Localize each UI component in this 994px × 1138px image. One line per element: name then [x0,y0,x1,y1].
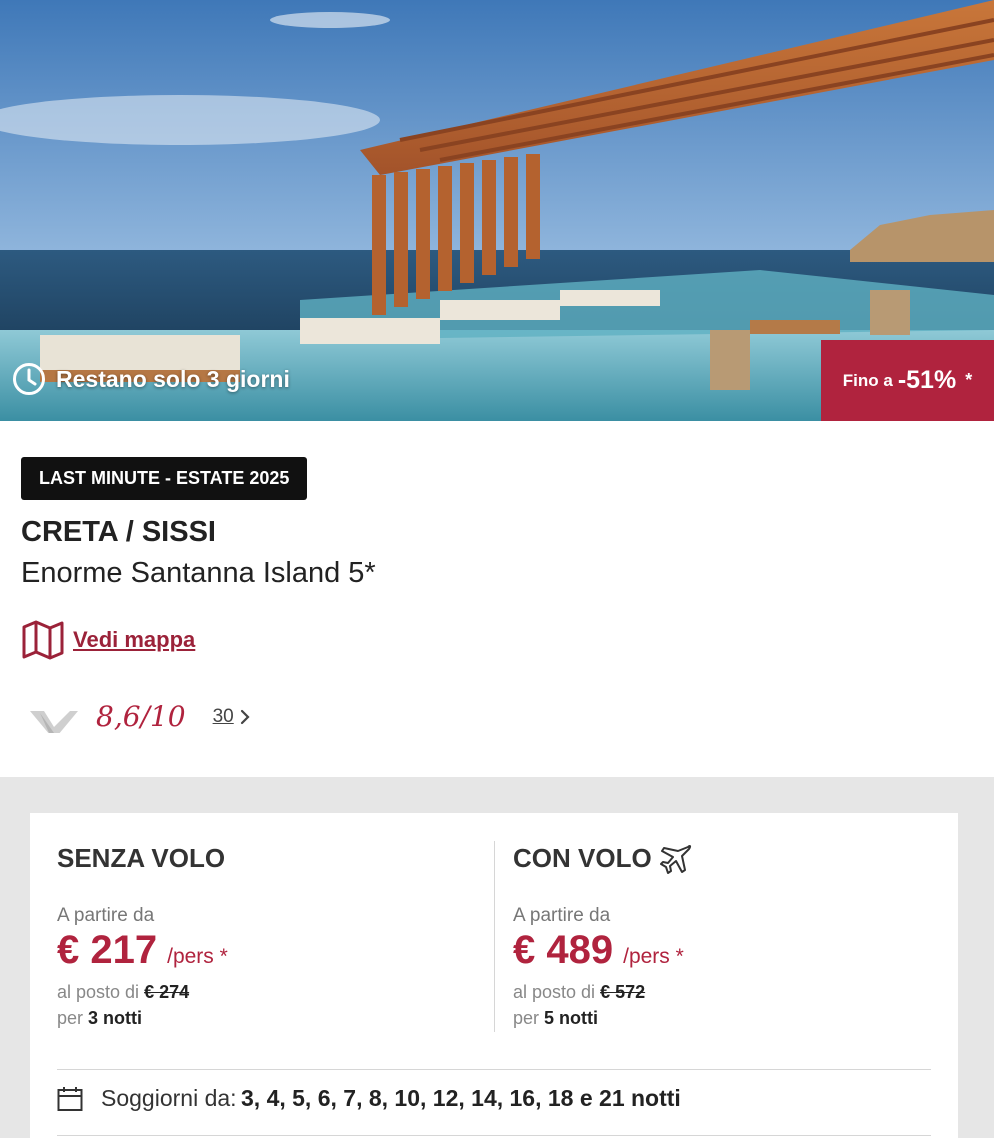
nights-row: per 5 notti [513,1008,598,1029]
from-label: A partire da [513,905,611,926]
offer-tag: LAST MINUTE - ESTATE 2025 [21,457,308,500]
per-label: per [57,1008,84,1028]
per-label: per [513,1008,540,1028]
price-value: € 217 [57,928,158,972]
chevron-right-icon[interactable] [238,708,252,726]
view-map-link[interactable]: Vedi mappa [21,619,195,661]
price-unit: /pers * [623,945,684,968]
discount-note: * [965,370,973,390]
price-card: SENZA VOLO A partire da € 217 /pers * al… [30,813,958,1138]
calendar-icon [57,1086,83,1111]
old-price: € 274 [144,982,190,1002]
price-row: € 217 /pers * [57,928,228,973]
instead-label: al posto di [513,982,596,1002]
destination-title[interactable]: CRETA / SISSI [21,516,216,549]
old-price: € 572 [600,982,646,1002]
old-price-row: al posto di € 274 [57,982,189,1003]
discount-value: -51% [897,366,957,394]
map-icon [22,620,64,660]
option-title: CON VOLO [513,843,652,873]
nights-value: 5 notti [544,1008,599,1028]
stay-durations-row: Soggiorni da: 3, 4, 5, 6, 7, 8, 10, 12, … [57,1085,681,1112]
review-count-link[interactable]: 30 [213,706,234,728]
from-label: A partire da [57,905,155,926]
countdown-badge: Restano solo 3 giorni [12,362,290,396]
nights-row: per 3 notti [57,1008,142,1029]
stays-label: Soggiorni da: [101,1085,237,1111]
clock-icon [13,363,45,395]
price-value: € 489 [513,928,614,972]
bottom-divider [57,1135,931,1136]
column-divider [494,841,495,1032]
option-title-row: CON VOLO [513,843,692,874]
nights-value: 3 notti [88,1008,143,1028]
rating-row[interactable]: 8,6/10 30 [30,700,252,733]
countdown-text: Restano solo 3 giorni [56,365,290,392]
price-row: € 489 /pers * [513,928,684,973]
rating-score: 8,6/10 [96,700,186,733]
old-price-row: al posto di € 572 [513,982,645,1003]
reviews-logo-icon [30,710,78,733]
stays-values: 3, 4, 5, 6, 7, 8, 10, 12, 14, 16, 18 e 2… [241,1085,681,1111]
view-map-label[interactable]: Vedi mappa [73,627,195,653]
section-divider [57,1069,931,1070]
price-unit: /pers * [167,945,228,968]
airplane-icon [659,844,691,874]
discount-prefix: Fino a [842,370,893,390]
discount-badge: Fino a -51% * [821,340,994,421]
option-title: SENZA VOLO [57,843,226,873]
hotel-name[interactable]: Enorme Santanna Island 5* [21,557,376,590]
instead-label: al posto di [57,982,140,1002]
hero-image[interactable]: Restano solo 3 giorni Fino a -51% * [0,0,994,421]
